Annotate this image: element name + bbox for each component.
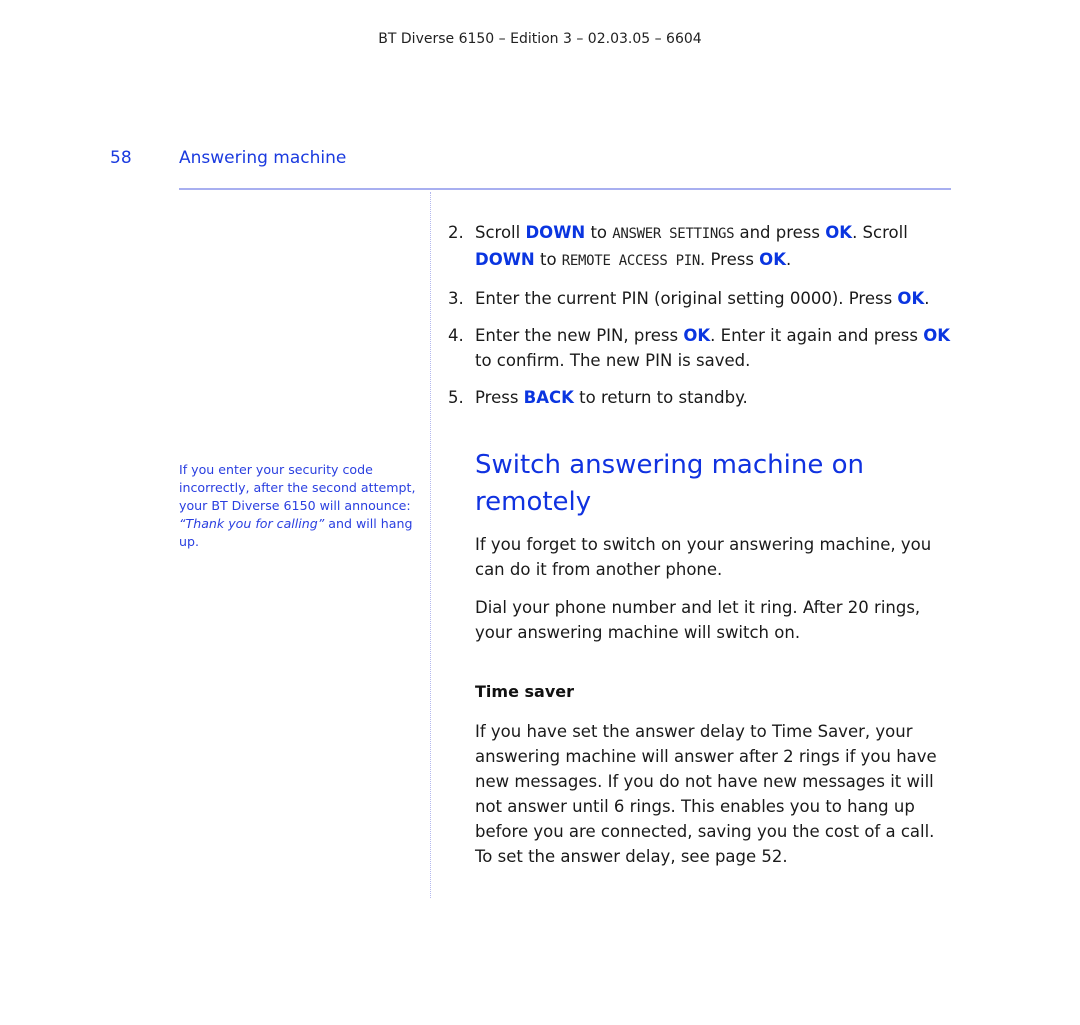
text: Enter the current PIN (original setting … (475, 289, 898, 308)
step-text: Enter the new PIN, press OK. Enter it ag… (475, 323, 953, 373)
text: and press (734, 223, 826, 242)
text: Press (475, 388, 524, 407)
step-item: 5. Press BACK to return to standby. (448, 385, 953, 410)
key-ok: OK (825, 223, 853, 242)
text: . Scroll (852, 223, 908, 242)
paragraph: If you have set the answer delay to Time… (475, 722, 937, 866)
steps-list: 2. Scroll DOWN to ANSWER SETTINGS and pr… (448, 220, 953, 422)
step-item: 4. Enter the new PIN, press OK. Enter it… (448, 323, 953, 373)
step-number: 4. (448, 326, 464, 345)
key-ok: OK (683, 326, 711, 345)
key-back: BACK (523, 388, 574, 407)
sidenote: If you enter your security code incorrec… (179, 461, 419, 551)
text: to return to standby. (573, 388, 748, 407)
text: to confirm. The new PIN is saved. (475, 351, 751, 370)
key-ok: OK (923, 326, 951, 345)
running-header: BT Diverse 6150 – Edition 3 – 02.03.05 –… (378, 31, 702, 47)
sidenote-text: If you enter your security code incorrec… (179, 462, 416, 513)
key-down: DOWN (525, 223, 586, 242)
display-text: ANSWER SETTINGS (612, 226, 735, 242)
step-number: 3. (448, 289, 464, 308)
text: . Enter it again and press (710, 326, 924, 345)
key-down: DOWN (475, 250, 535, 269)
step-text: Enter the current PIN (original setting … (475, 286, 953, 311)
text: to (585, 223, 613, 242)
text: Scroll (475, 223, 526, 242)
step-item: 2. Scroll DOWN to ANSWER SETTINGS and pr… (448, 220, 953, 274)
step-number: 2. (448, 223, 464, 242)
header-rule (179, 188, 951, 190)
text: . Press (700, 250, 760, 269)
step-text: Press BACK to return to standby. (475, 385, 953, 410)
text: to (534, 250, 562, 269)
text: . (785, 250, 792, 269)
section-title: Answering machine (179, 148, 347, 168)
key-ok: OK (759, 250, 786, 269)
step-text: Scroll DOWN to ANSWER SETTINGS and press… (475, 220, 953, 274)
section-heading: Switch answering machine on remotely (475, 450, 864, 517)
display-text: REMOTE ACCESS PIN (561, 253, 701, 269)
subheading: Time saver (475, 682, 574, 701)
text: . (924, 289, 930, 308)
step-item: 3. Enter the current PIN (original setti… (448, 286, 953, 311)
text: Enter the new PIN, press (475, 326, 684, 345)
key-ok: OK (897, 289, 925, 308)
paragraph: Dial your phone number and let it ring. … (475, 598, 921, 642)
paragraph: If you forget to switch on your answerin… (475, 535, 932, 579)
page-number: 58 (110, 148, 132, 168)
sidenote-quote: “Thank you for calling” (179, 516, 325, 531)
step-number: 5. (448, 388, 464, 407)
column-divider (430, 192, 431, 898)
